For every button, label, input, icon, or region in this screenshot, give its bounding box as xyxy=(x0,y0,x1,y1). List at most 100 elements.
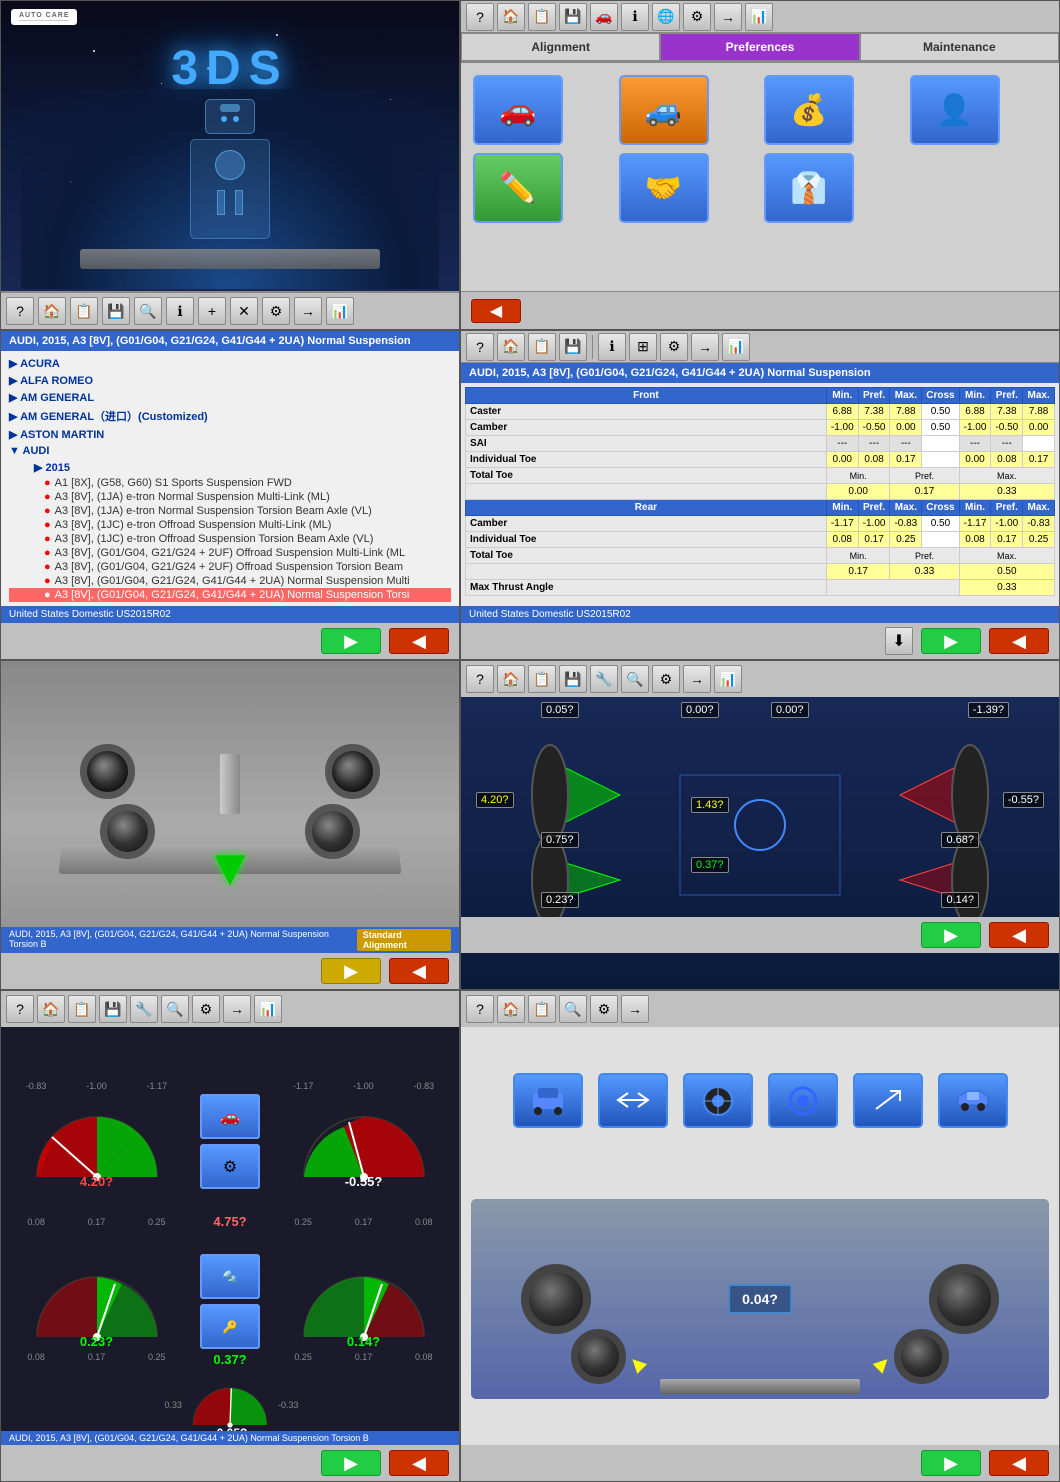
tab-alignment[interactable]: Alignment xyxy=(461,33,660,61)
brand-alfa-romeo[interactable]: ALFA ROMEO xyxy=(9,372,451,389)
model-a1-s1[interactable]: ● A1 [8X], (G58, G60) S1 Sports Suspensi… xyxy=(9,476,451,490)
p7-settings[interactable]: ⚙ xyxy=(192,995,220,1023)
panel3-back-button[interactable]: ◀ xyxy=(389,628,449,654)
model-a3-etron-1ja-ml[interactable]: ● A3 [8V], (1JA) e-tron Normal Suspensio… xyxy=(9,490,451,504)
year-2015[interactable]: ▶ 2015 xyxy=(9,459,451,476)
p8-back[interactable]: ◀ xyxy=(989,1450,1049,1476)
pref-icon-car2[interactable]: 🚙 xyxy=(619,75,709,145)
symbol-car-front[interactable] xyxy=(513,1073,583,1128)
p8-next[interactable]: ▶ xyxy=(921,1450,981,1476)
add-button[interactable]: + xyxy=(198,297,226,325)
brand-am-general[interactable]: AM GENERAL xyxy=(9,389,451,406)
p7-arrow[interactable]: → xyxy=(223,995,251,1023)
brand-aston-martin[interactable]: ASTON MARTIN xyxy=(9,426,451,443)
p4-arrow[interactable]: → xyxy=(691,333,719,361)
p2-doc-button[interactable]: 📋 xyxy=(528,3,556,31)
save-button[interactable]: 💾 xyxy=(102,297,130,325)
model-a3-g01-2uf-ml[interactable]: ● A3 [8V], (G01/G04, G21/G24 + 2UF) Offr… xyxy=(9,546,451,560)
p7-search[interactable]: 🔍 xyxy=(161,995,189,1023)
model-a3-etron-1ja-vl[interactable]: ● A3 [8V], (1JA) e-tron Normal Suspensio… xyxy=(9,504,451,518)
p8-settings[interactable]: ⚙ xyxy=(590,995,618,1023)
p4-save[interactable]: 💾 xyxy=(559,333,587,361)
p2-home-button[interactable]: 🏠 xyxy=(497,3,525,31)
forward-button[interactable]: → xyxy=(294,297,322,325)
p7-wrench[interactable]: 🔧 xyxy=(130,995,158,1023)
p6-back[interactable]: ◀ xyxy=(989,922,1049,948)
p2-car-button[interactable]: 🚗 xyxy=(590,3,618,31)
tab-maintenance[interactable]: Maintenance xyxy=(860,33,1059,61)
p6-chart[interactable]: 📊 xyxy=(714,665,742,693)
p4-doc[interactable]: 📋 xyxy=(528,333,556,361)
brand-acura[interactable]: ACURA xyxy=(9,355,451,372)
clipboard-button[interactable]: 📋 xyxy=(70,297,98,325)
symbol-arrow-h[interactable] xyxy=(598,1073,668,1128)
search-button[interactable]: 🔍 xyxy=(134,297,162,325)
p8-search[interactable]: 🔍 xyxy=(559,995,587,1023)
p2-world-button[interactable]: 🌐 xyxy=(652,3,680,31)
p7-next[interactable]: ▶ xyxy=(321,1450,381,1476)
p8-home[interactable]: 🏠 xyxy=(497,995,525,1023)
p8-help[interactable]: ? xyxy=(466,995,494,1023)
back-button[interactable]: ◀ xyxy=(471,299,521,323)
model-a3-etron-1jc-vl[interactable]: ● A3 [8V], (1JC) e-tron Offroad Suspensi… xyxy=(9,532,451,546)
panel4-back[interactable]: ◀ xyxy=(989,628,1049,654)
p2-chart-button[interactable]: 📊 xyxy=(745,3,773,31)
help-button[interactable]: ? xyxy=(6,297,34,325)
model-a3-g01-2uf-torsion[interactable]: ● A3 [8V], (G01/G04, G21/G24 + 2UF) Offr… xyxy=(9,560,451,574)
p4-grid[interactable]: ⊞ xyxy=(629,333,657,361)
info-button[interactable]: ℹ xyxy=(166,297,194,325)
p6-search[interactable]: 🔍 xyxy=(621,665,649,693)
p5-yellow-btn[interactable]: ▶ xyxy=(321,958,381,984)
pref-icon-person[interactable]: 👤 xyxy=(910,75,1000,145)
p7-help[interactable]: ? xyxy=(6,995,34,1023)
p2-info-button[interactable]: ℹ xyxy=(621,3,649,31)
p7-home[interactable]: 🏠 xyxy=(37,995,65,1023)
pref-icon-person2[interactable]: 👔 xyxy=(764,153,854,223)
p6-arrow[interactable]: → xyxy=(683,665,711,693)
brand-audi[interactable]: AUDI xyxy=(9,443,451,459)
pref-icon-money[interactable]: 💰 xyxy=(764,75,854,145)
icon-box-3[interactable]: 🔩 xyxy=(200,1254,260,1299)
p6-help[interactable]: ? xyxy=(466,665,494,693)
p4-home[interactable]: 🏠 xyxy=(497,333,525,361)
p6-doc[interactable]: 📋 xyxy=(528,665,556,693)
symbol-arrow-diagonal[interactable] xyxy=(853,1073,923,1128)
pref-icon-edit[interactable]: ✏️ xyxy=(473,153,563,223)
close-button[interactable]: ✕ xyxy=(230,297,258,325)
tab-preferences[interactable]: Preferences xyxy=(660,33,859,61)
p7-chart[interactable]: 📊 xyxy=(254,995,282,1023)
p8-doc[interactable]: 📋 xyxy=(528,995,556,1023)
p7-back[interactable]: ◀ xyxy=(389,1450,449,1476)
brand-am-general-import[interactable]: AM GENERAL（进口）(Customized) xyxy=(9,406,451,426)
symbol-car-side[interactable] xyxy=(938,1073,1008,1128)
p4-help[interactable]: ? xyxy=(466,333,494,361)
p4-download-button[interactable]: ⬇ xyxy=(885,627,913,655)
panel3-next-button[interactable]: ▶ xyxy=(321,628,381,654)
p6-next[interactable]: ▶ xyxy=(921,922,981,948)
p4-info[interactable]: ℹ xyxy=(598,333,626,361)
settings-button[interactable]: ⚙ xyxy=(262,297,290,325)
p2-help-button[interactable]: ? xyxy=(466,3,494,31)
home-button[interactable]: 🏠 xyxy=(38,297,66,325)
p2-arrow-button[interactable]: → xyxy=(714,3,742,31)
p2-settings-button[interactable]: ⚙ xyxy=(683,3,711,31)
icon-box-2[interactable]: ⚙ xyxy=(200,1144,260,1189)
model-a3-g01-2ua-torsion-selected[interactable]: ● A3 [8V], (G01/G04, G21/G24, G41/G44 + … xyxy=(9,588,451,602)
pref-icon-car[interactable]: 🚗 xyxy=(473,75,563,145)
p2-save-button[interactable]: 💾 xyxy=(559,3,587,31)
p7-save[interactable]: 💾 xyxy=(99,995,127,1023)
p4-chart[interactable]: 📊 xyxy=(722,333,750,361)
p5-back-btn[interactable]: ◀ xyxy=(389,958,449,984)
model-a3-etron-1jc-ml[interactable]: ● A3 [8V], (1JC) e-tron Offroad Suspensi… xyxy=(9,518,451,532)
p4-settings[interactable]: ⚙ xyxy=(660,333,688,361)
p6-wrench[interactable]: 🔧 xyxy=(590,665,618,693)
panel4-next[interactable]: ▶ xyxy=(921,628,981,654)
p7-doc[interactable]: 📋 xyxy=(68,995,96,1023)
p6-save[interactable]: 💾 xyxy=(559,665,587,693)
model-a3-g01-2ua-multi[interactable]: ● A3 [8V], (G01/G04, G21/G24, G41/G44 + … xyxy=(9,574,451,588)
icon-box-1[interactable]: 🚗 xyxy=(200,1094,260,1139)
pref-icon-hand[interactable]: 🤝 xyxy=(619,153,709,223)
chart-button[interactable]: 📊 xyxy=(326,297,354,325)
symbol-wheel-rim[interactable] xyxy=(683,1073,753,1128)
icon-box-4[interactable]: 🔑 xyxy=(200,1304,260,1349)
